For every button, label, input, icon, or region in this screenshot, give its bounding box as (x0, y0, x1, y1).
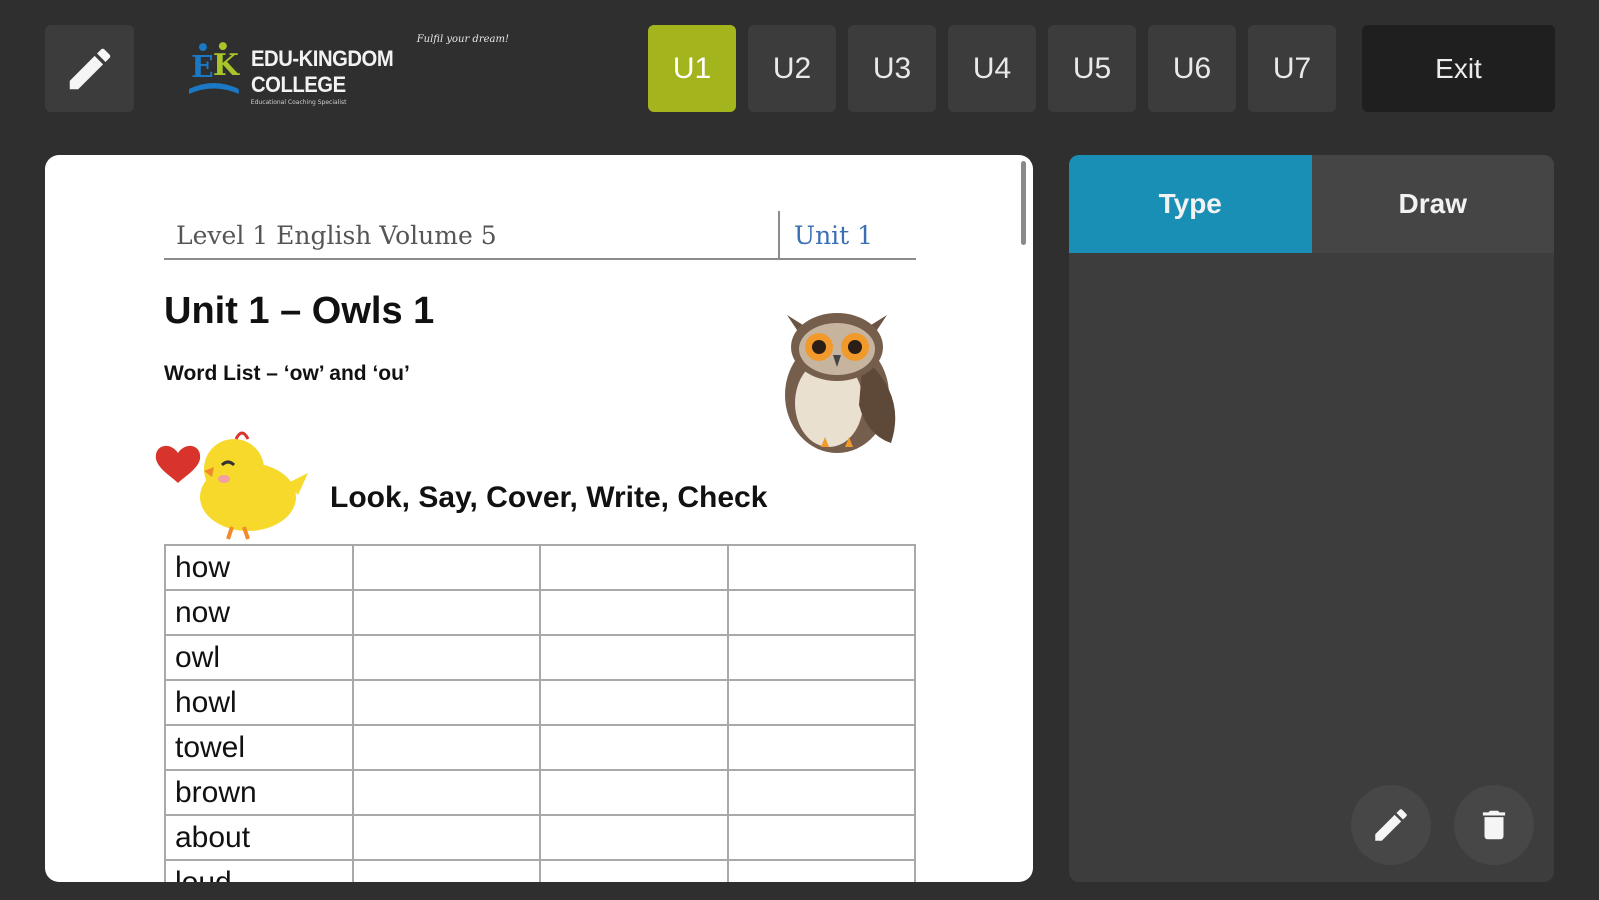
blank-cell[interactable] (726, 724, 917, 771)
blank-cell[interactable] (539, 814, 729, 861)
trash-icon (1482, 810, 1506, 840)
blank-cell[interactable] (351, 769, 542, 816)
word-cell: howl (164, 679, 354, 726)
table-row: towel (164, 724, 917, 771)
blank-cell[interactable] (539, 769, 729, 816)
unit-button-u1[interactable]: U1 (648, 25, 736, 112)
blank-cell[interactable] (539, 544, 729, 591)
blank-cell[interactable] (539, 679, 729, 726)
table-row: howl (164, 679, 917, 726)
document-header: Level 1 English Volume 5 Unit 1 (164, 211, 916, 260)
blank-cell[interactable] (726, 544, 917, 591)
blank-cell[interactable] (351, 544, 542, 591)
blank-cell[interactable] (726, 679, 917, 726)
pen-tool-button[interactable] (1351, 785, 1431, 865)
logo-tagline: Fulfil your dream! (416, 34, 509, 45)
unit-button-u4[interactable]: U4 (948, 25, 1036, 112)
unit-button-u3[interactable]: U3 (848, 25, 936, 112)
table-row: now (164, 589, 917, 636)
svg-text:E: E (191, 50, 214, 85)
exit-button[interactable]: Exit (1362, 25, 1555, 112)
blank-cell[interactable] (351, 859, 542, 882)
mode-tabs: Type Draw (1069, 155, 1554, 253)
table-row: brown (164, 769, 917, 816)
pencil-icon (69, 48, 110, 89)
word-cell: how (164, 544, 354, 591)
table-row: owl (164, 634, 917, 681)
scrollbar[interactable] (1021, 161, 1026, 245)
table-row: how (164, 544, 917, 591)
logo-mark-icon: E K (188, 42, 240, 94)
pencil-icon (1375, 809, 1407, 841)
word-cell: towel (164, 724, 354, 771)
tab-type[interactable]: Type (1069, 155, 1312, 253)
blank-cell[interactable] (351, 679, 542, 726)
college-logo: E K Fulfil your dream! EDU-KINGDOM COLLE… (183, 34, 513, 106)
blank-cell[interactable] (726, 859, 917, 882)
blank-cell[interactable] (539, 724, 729, 771)
pencil-button[interactable] (45, 25, 134, 112)
blank-cell[interactable] (351, 814, 542, 861)
header-divider (778, 211, 780, 260)
blank-cell[interactable] (726, 769, 917, 816)
logo-name: EDU-KINGDOM COLLEGE (250, 46, 394, 97)
blank-cell[interactable] (726, 634, 917, 681)
word-cell: owl (164, 634, 354, 681)
table-row: about (164, 814, 917, 861)
svg-text:K: K (213, 48, 240, 83)
blank-cell[interactable] (351, 634, 542, 681)
word-cell: loud (164, 859, 354, 882)
unit-button-u5[interactable]: U5 (1048, 25, 1136, 112)
header-level: Level 1 English Volume 5 (176, 221, 497, 250)
document-viewer[interactable]: Level 1 English Volume 5 Unit 1 Unit 1 –… (45, 155, 1033, 882)
blank-cell[interactable] (539, 634, 729, 681)
unit-tabs: U1 U2 U3 U4 U5 U6 U7 (648, 25, 1336, 112)
unit-button-u7[interactable]: U7 (1248, 25, 1336, 112)
unit-button-u2[interactable]: U2 (748, 25, 836, 112)
blank-cell[interactable] (539, 859, 729, 882)
answer-panel: Type Draw (1069, 155, 1554, 882)
blank-cell[interactable] (351, 589, 542, 636)
word-cell: now (164, 589, 354, 636)
header-unit: Unit 1 (794, 221, 874, 250)
page-title: Unit 1 – Owls 1 (164, 290, 435, 332)
word-cell: about (164, 814, 354, 861)
tab-draw[interactable]: Draw (1311, 155, 1554, 253)
clear-button[interactable] (1454, 785, 1534, 865)
word-table: how now owl howl towel brown about loud (164, 544, 917, 882)
word-cell: brown (164, 769, 354, 816)
instruction-heading: Look, Say, Cover, Write, Check (330, 481, 768, 514)
unit-button-u6[interactable]: U6 (1148, 25, 1236, 112)
word-list-subtitle: Word List – ‘ow’ and ‘ou’ (164, 362, 410, 385)
blank-cell[interactable] (726, 814, 917, 861)
blank-cell[interactable] (351, 724, 542, 771)
blank-cell[interactable] (726, 589, 917, 636)
owl-illustration (785, 313, 896, 453)
logo-subtitle: Educational Coaching Specialist (250, 99, 347, 106)
table-row: loud (164, 859, 917, 882)
blank-cell[interactable] (539, 589, 729, 636)
chick-illustration (155, 431, 308, 540)
